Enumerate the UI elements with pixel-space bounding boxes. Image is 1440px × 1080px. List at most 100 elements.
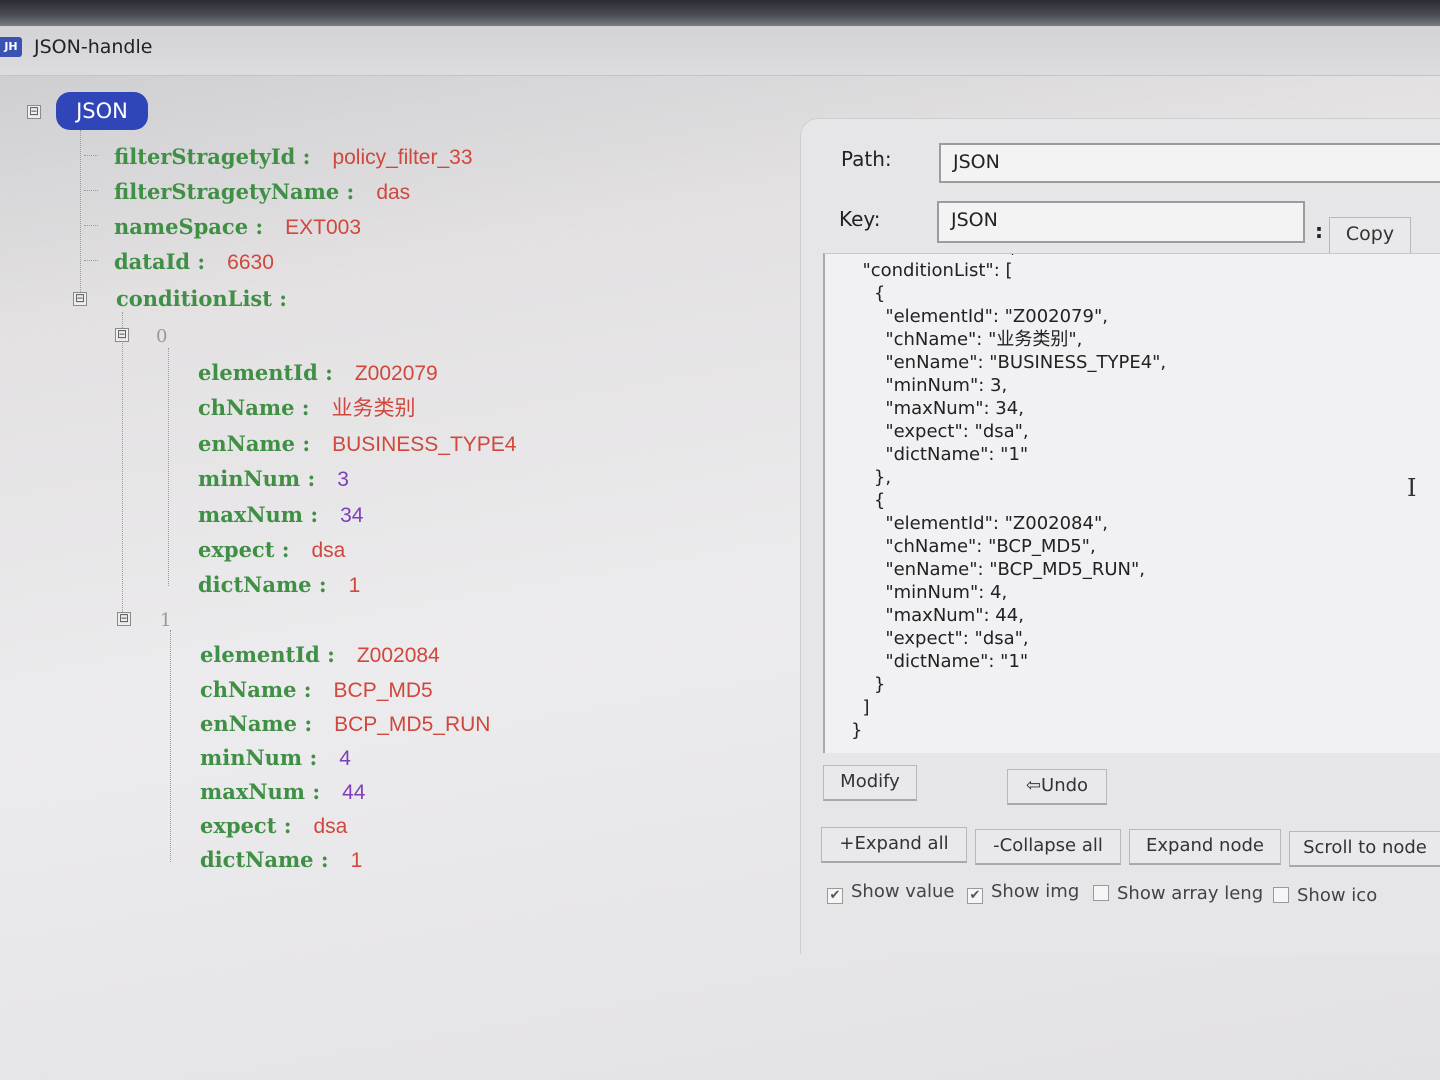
key-field[interactable]: JSON <box>937 201 1305 243</box>
option-show-img[interactable]: ✔ Show img <box>967 881 1079 904</box>
node-key: enName : <box>198 431 311 456</box>
tree-connector <box>122 312 123 612</box>
node-value: dsa <box>311 539 346 562</box>
node-value: 4 <box>339 747 351 770</box>
tree-connector <box>84 155 98 156</box>
node-value: 6630 <box>227 251 274 274</box>
tree-node-index[interactable]: 0 <box>156 320 167 350</box>
tree-node[interactable]: dataId : 6630 <box>114 247 274 277</box>
collapse-all-button[interactable]: -Collapse all <box>975 829 1121 865</box>
key-label: Key: <box>839 207 881 231</box>
tree-node[interactable]: expect : dsa <box>200 811 347 841</box>
tree-node[interactable]: chName : BCP_MD5 <box>200 675 433 705</box>
option-show-value[interactable]: ✔ Show value <box>827 881 954 904</box>
node-key: conditionList : <box>116 286 288 311</box>
node-value: Z002079 <box>354 362 438 385</box>
tree-node[interactable]: elementId : Z002084 <box>200 640 440 670</box>
tree-node[interactable]: elementId : Z002079 <box>198 358 438 388</box>
node-key: enName : <box>200 711 313 736</box>
node-value: 34 <box>340 504 364 527</box>
node-value: BCP_MD5_RUN <box>334 713 491 736</box>
window-title: JSON-handle <box>34 36 153 58</box>
collapse-icon[interactable]: ⊟ <box>73 292 87 306</box>
tree-connector <box>84 225 98 226</box>
option-label: Show array leng <box>1117 883 1264 904</box>
tree-root-node[interactable]: JSON <box>56 92 148 130</box>
tree-node[interactable]: dictName : 1 <box>198 570 360 600</box>
node-index: 1 <box>160 610 172 631</box>
node-value: 1 <box>350 849 363 872</box>
node-value: das <box>376 181 411 204</box>
tree-node[interactable]: maxNum : 34 <box>198 500 363 530</box>
control-panel: Path: JSON Key: JSON : Copy "dataId": "6… <box>800 118 1440 954</box>
text-cursor-icon: I <box>1407 474 1417 502</box>
tree-node-condition-list[interactable]: conditionList : <box>116 284 287 314</box>
tree-node[interactable]: enName : BUSINESS_TYPE4 <box>198 429 516 459</box>
tree-connector <box>80 130 81 300</box>
path-label: Path: <box>841 147 892 171</box>
checkbox-checked-icon[interactable]: ✔ <box>827 888 843 904</box>
tree-connector <box>84 260 98 261</box>
node-value: 1 <box>348 574 361 597</box>
node-key: elementId : <box>198 360 333 385</box>
tree-connector <box>168 348 169 586</box>
tree-connector <box>170 630 171 862</box>
undo-button[interactable]: ⇦Undo <box>1007 769 1107 805</box>
node-key: maxNum : <box>198 502 319 527</box>
collapse-icon[interactable]: ⊟ <box>27 105 41 119</box>
tree-node[interactable]: nameSpace : EXT003 <box>114 212 361 242</box>
json-editor[interactable]: "dataId": "6630", "conditionList": [ { "… <box>823 253 1440 753</box>
copy-button[interactable]: Copy <box>1329 217 1411 255</box>
tree-node[interactable]: minNum : 4 <box>200 743 351 773</box>
tree-node[interactable]: enName : BCP_MD5_RUN <box>200 709 490 739</box>
node-value: dsa <box>313 815 348 838</box>
node-key: dictName : <box>200 847 329 872</box>
node-key: expect : <box>198 537 290 562</box>
tree-node[interactable]: filterStragetyName : das <box>114 177 410 207</box>
tree-node[interactable]: maxNum : 44 <box>200 777 365 807</box>
title-bar: JH JSON-handle <box>0 26 1440 76</box>
node-key: maxNum : <box>200 779 321 804</box>
node-value: BCP_MD5 <box>333 679 433 702</box>
expand-all-button[interactable]: +Expand all <box>821 827 967 863</box>
collapse-icon[interactable]: ⊟ <box>117 612 131 626</box>
tree-node[interactable]: dictName : 1 <box>200 845 362 875</box>
node-key: filterStragetyId : <box>114 144 311 169</box>
node-key: elementId : <box>200 642 335 667</box>
editor-text: "dataId": "6630", "conditionList": [ { "… <box>851 254 1167 741</box>
collapse-icon[interactable]: ⊟ <box>115 328 129 342</box>
node-value: 3 <box>337 468 349 491</box>
node-value: EXT003 <box>285 216 362 239</box>
expand-node-button[interactable]: Expand node <box>1129 829 1281 865</box>
node-key: nameSpace : <box>114 214 264 239</box>
path-field[interactable]: JSON <box>939 143 1440 183</box>
checkbox-checked-icon[interactable]: ✔ <box>967 888 983 904</box>
json-tree: ⊟ JSON filterStragetyId : policy_filter_3… <box>0 80 800 1060</box>
node-key: minNum : <box>198 466 316 491</box>
node-value: policy_filter_33 <box>332 146 473 169</box>
node-value: 业务类别 <box>331 397 416 420</box>
checkbox-unchecked-icon[interactable] <box>1093 885 1109 901</box>
checkbox-unchecked-icon[interactable] <box>1273 887 1289 903</box>
tree-node[interactable]: filterStragetyId : policy_filter_33 <box>114 142 473 172</box>
option-label: Show value <box>851 881 955 902</box>
node-key: chName : <box>198 395 310 420</box>
tree-node-index[interactable]: 1 <box>160 604 171 634</box>
scroll-to-node-button[interactable]: Scroll to node <box>1289 831 1440 867</box>
node-key: dictName : <box>198 572 327 597</box>
node-value: Z002084 <box>356 644 440 667</box>
node-value: BUSINESS_TYPE4 <box>332 433 517 456</box>
tree-node[interactable]: chName : 业务类别 <box>198 393 416 423</box>
monitor-bezel <box>0 0 1440 26</box>
option-show-ico[interactable]: Show ico <box>1273 885 1377 906</box>
node-value: 44 <box>342 781 366 804</box>
modify-button[interactable]: Modify <box>823 765 917 801</box>
node-key: filterStragetyName : <box>114 179 355 204</box>
node-index: 0 <box>156 326 168 347</box>
tree-connector <box>84 190 98 191</box>
tree-node[interactable]: expect : dsa <box>198 535 345 565</box>
option-show-array-length[interactable]: Show array leng <box>1093 883 1263 904</box>
node-key: expect : <box>200 813 292 838</box>
tree-node[interactable]: minNum : 3 <box>198 464 349 494</box>
node-key: dataId : <box>114 249 206 274</box>
